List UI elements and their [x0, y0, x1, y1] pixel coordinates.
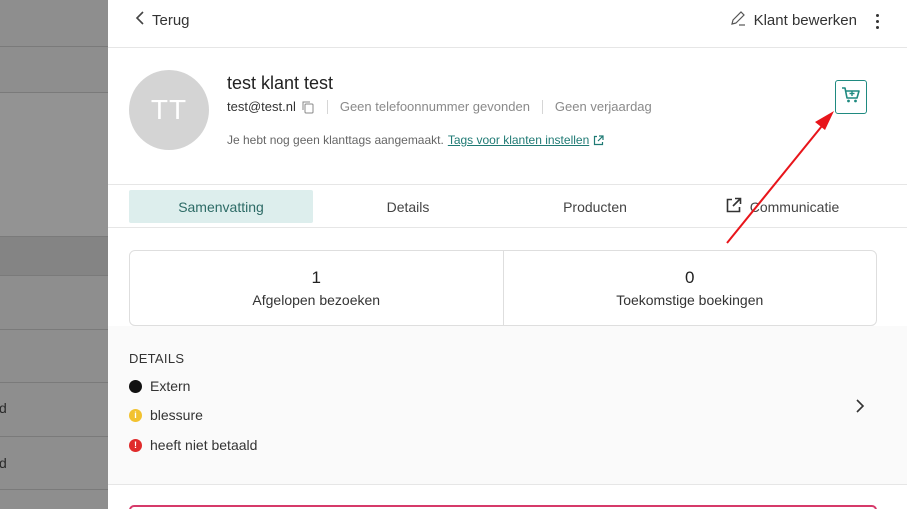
external-link-icon — [725, 197, 742, 217]
chevron-left-icon — [134, 10, 146, 31]
tab-details[interactable]: Details — [316, 190, 500, 223]
detail-item: i blessure — [129, 407, 203, 423]
setup-tags-link[interactable]: Tags voor klanten instellen — [448, 133, 589, 147]
pencil-icon — [730, 10, 746, 31]
background-row — [0, 237, 108, 276]
detail-item-label: Extern — [150, 378, 191, 394]
detail-item: Extern — [129, 378, 190, 394]
details-heading: DETAILS — [129, 351, 185, 366]
avatar-initials: TT — [150, 94, 188, 125]
background-row — [0, 47, 108, 93]
details-section[interactable]: DETAILS Extern i blessure ! heeft niet b… — [108, 326, 907, 485]
background-row — [0, 383, 108, 437]
chevron-right-icon[interactable] — [855, 398, 865, 419]
more-options-icon[interactable] — [869, 10, 885, 32]
background-row — [0, 330, 108, 383]
background-text-fragment: d — [0, 455, 7, 471]
customer-contact-info: test@test.nl Geen telefoonnummer gevonde… — [227, 99, 652, 114]
divider — [541, 99, 543, 114]
customer-tags-info: Je hebt nog geen klanttags aangemaakt. T… — [227, 133, 604, 147]
shopping-cart-button[interactable] — [835, 80, 867, 114]
background-row — [0, 93, 108, 237]
back-label: Terug — [152, 11, 190, 29]
customer-name: test klant test — [227, 73, 334, 93]
tab-summary[interactable]: Samenvatting — [129, 190, 313, 223]
customer-birthday: Geen verjaardag — [554, 99, 652, 114]
info-circle-icon: i — [129, 408, 142, 422]
edit-customer-label: Klant bewerken — [753, 11, 857, 29]
past-visits-count: 1 — [311, 268, 321, 287]
copy-icon[interactable] — [301, 100, 315, 114]
external-link-icon — [593, 134, 604, 146]
background-row — [0, 276, 108, 330]
background-row — [0, 0, 108, 47]
customer-tabs: Samenvatting Details Producten Communica… — [108, 185, 907, 228]
detail-item: ! heeft niet betaald — [129, 437, 257, 453]
customer-email: test@test.nl — [227, 99, 296, 114]
avatar: TT — [129, 70, 209, 150]
past-visits-label: Afgelopen bezoeken — [252, 292, 381, 308]
panel-topbar: Terug Klant bewerken — [108, 0, 907, 48]
detail-item-label: blessure — [150, 407, 203, 423]
no-tags-message: Je hebt nog geen klanttags aangemaakt. — [227, 133, 444, 147]
divider — [326, 99, 328, 114]
background-app-overlay: d d — [0, 0, 108, 509]
alert-circle-icon: ! — [129, 438, 142, 452]
background-text-fragment: d — [0, 400, 7, 416]
tab-products[interactable]: Producten — [503, 190, 687, 223]
tab-communication[interactable]: Communicatie — [690, 190, 874, 223]
customer-detail-panel: Terug Klant bewerken TT test klant test … — [108, 0, 907, 509]
future-bookings-stat: 0 Toekomstige boekingen — [502, 251, 877, 325]
back-button[interactable]: Terug — [134, 8, 190, 32]
edit-customer-button[interactable]: Klant bewerken — [730, 8, 857, 32]
past-visits-stat: 1 Afgelopen bezoeken — [130, 251, 503, 325]
customer-profile-header: TT test klant test test@test.nl Geen tel… — [108, 48, 907, 185]
background-row — [0, 437, 108, 490]
tab-communication-label: Communicatie — [749, 198, 840, 215]
visit-stats-card: 1 Afgelopen bezoeken 0 Toekomstige boeki… — [129, 250, 877, 326]
next-section-edge — [129, 505, 877, 509]
detail-item-label: heeft niet betaald — [150, 437, 258, 453]
black-circle-icon — [129, 379, 142, 393]
background-row — [0, 490, 108, 509]
shopping-cart-icon — [841, 86, 861, 109]
future-bookings-label: Toekomstige boekingen — [616, 292, 764, 308]
future-bookings-count: 0 — [685, 268, 695, 287]
customer-phone: Geen telefoonnummer gevonden — [339, 99, 530, 114]
